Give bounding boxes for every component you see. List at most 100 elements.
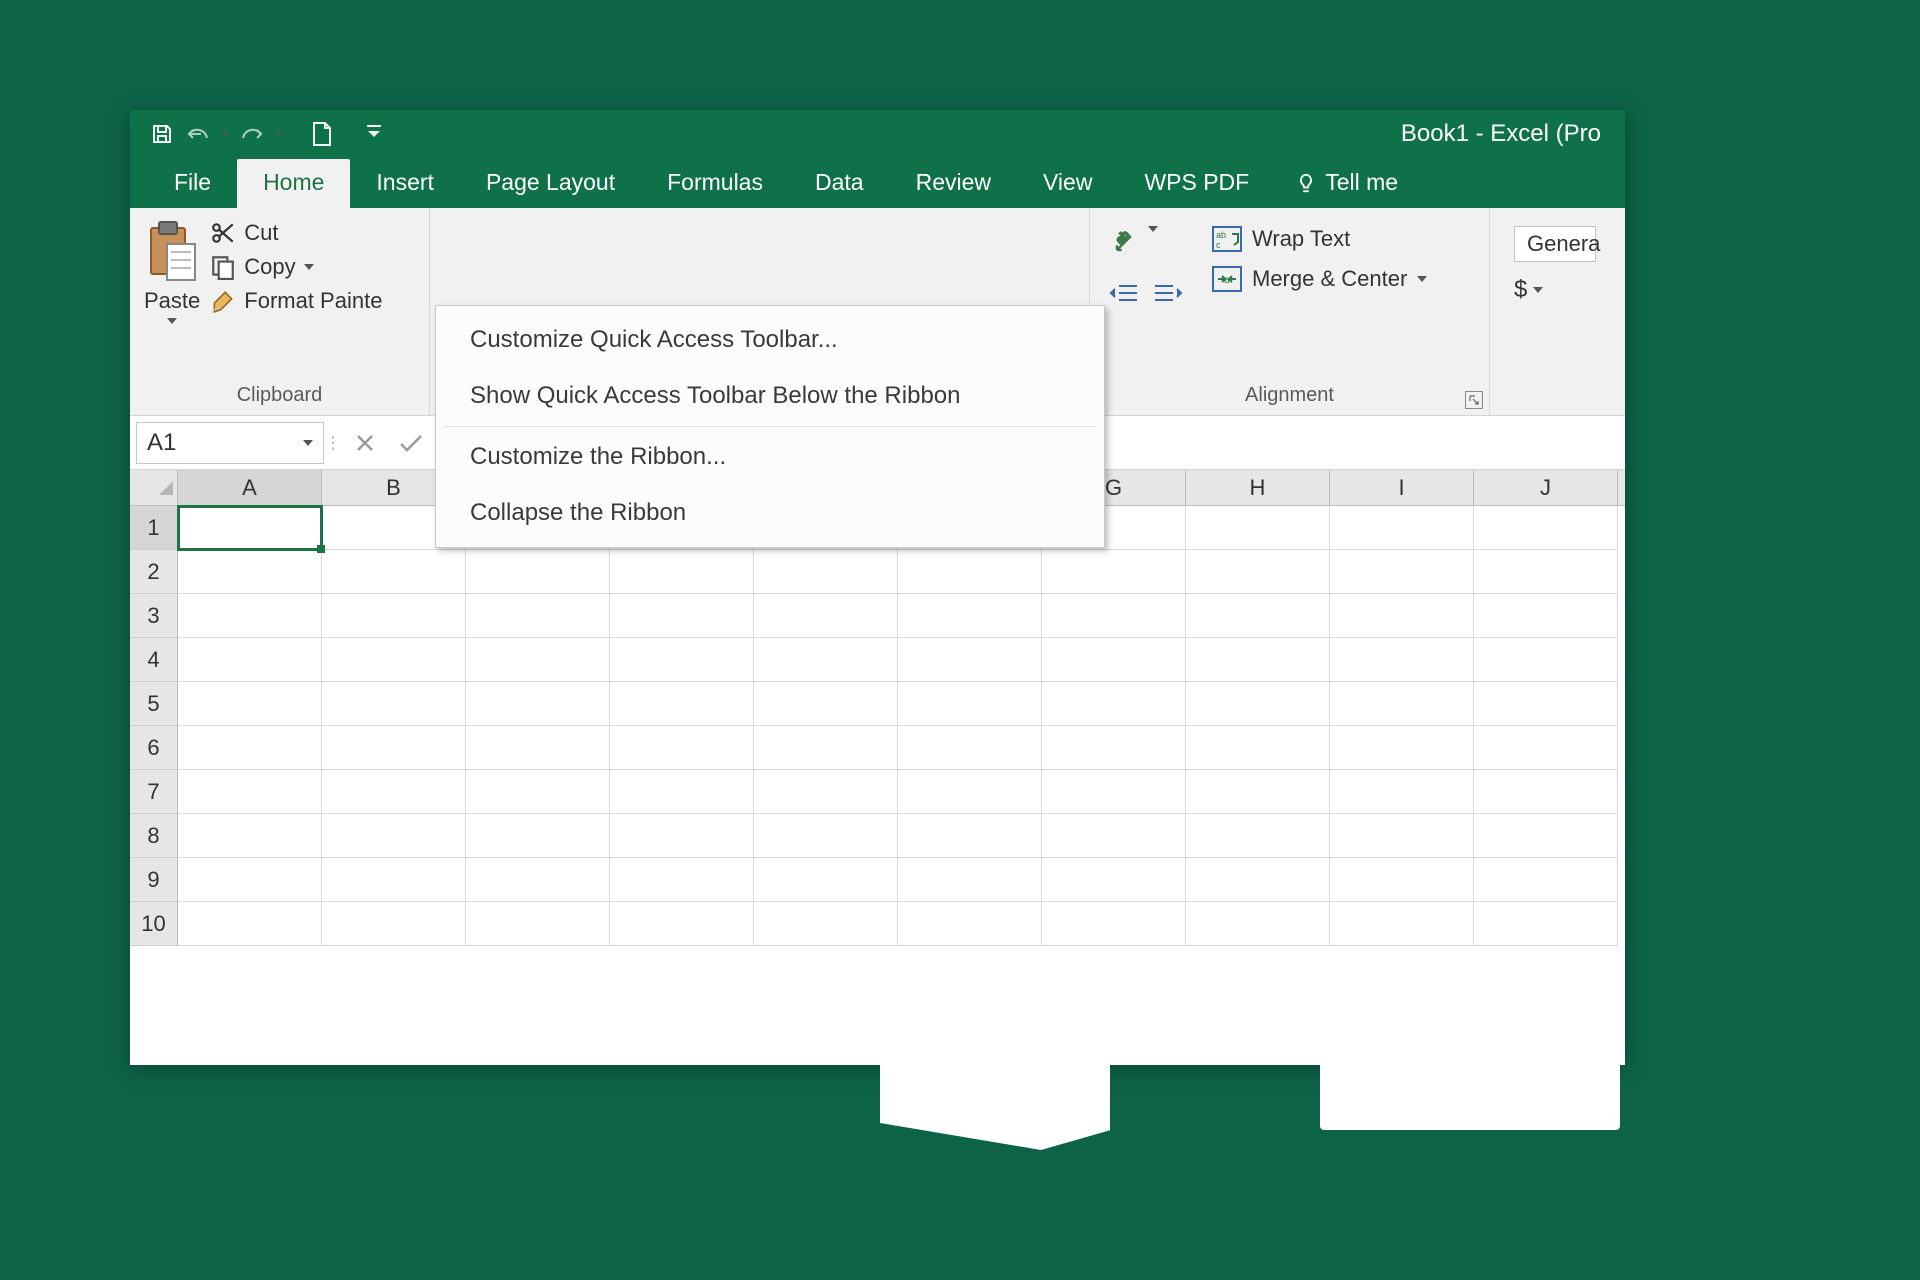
cell-I7[interactable] xyxy=(1330,770,1474,814)
cell-D2[interactable] xyxy=(610,550,754,594)
cell-D8[interactable] xyxy=(610,814,754,858)
cell-H3[interactable] xyxy=(1186,594,1330,638)
cell-G9[interactable] xyxy=(1042,858,1186,902)
cell-J4[interactable] xyxy=(1474,638,1618,682)
copy-button[interactable]: Copy xyxy=(210,254,382,280)
redo-icon[interactable] xyxy=(238,120,266,148)
tab-file[interactable]: File xyxy=(148,159,237,208)
cell-I4[interactable] xyxy=(1330,638,1474,682)
cell-B5[interactable] xyxy=(322,682,466,726)
cell-I9[interactable] xyxy=(1330,858,1474,902)
col-header-J[interactable]: J xyxy=(1474,470,1618,505)
row-header-5[interactable]: 5 xyxy=(130,682,178,726)
cell-E2[interactable] xyxy=(754,550,898,594)
cell-B4[interactable] xyxy=(322,638,466,682)
orientation-dropdown-icon[interactable] xyxy=(1148,226,1158,232)
number-format-dropdown[interactable]: Genera xyxy=(1514,226,1596,262)
cell-C8[interactable] xyxy=(466,814,610,858)
cell-B6[interactable] xyxy=(322,726,466,770)
cell-F8[interactable] xyxy=(898,814,1042,858)
cell-I1[interactable] xyxy=(1330,506,1474,550)
menu-customize-qat[interactable]: Customize Quick Access Toolbar... xyxy=(436,312,1104,368)
cell-F10[interactable] xyxy=(898,902,1042,946)
cell-J6[interactable] xyxy=(1474,726,1618,770)
enter-formula-button[interactable] xyxy=(388,422,434,464)
accounting-dropdown-icon[interactable] xyxy=(1533,287,1543,293)
paste-dropdown-icon[interactable] xyxy=(167,318,177,324)
cell-E10[interactable] xyxy=(754,902,898,946)
cell-G2[interactable] xyxy=(1042,550,1186,594)
cell-I2[interactable] xyxy=(1330,550,1474,594)
redo-dropdown-icon[interactable] xyxy=(274,131,284,137)
cell-C3[interactable] xyxy=(466,594,610,638)
cell-D9[interactable] xyxy=(610,858,754,902)
row-header-1[interactable]: 1 xyxy=(130,506,178,550)
cell-J7[interactable] xyxy=(1474,770,1618,814)
cell-B2[interactable] xyxy=(322,550,466,594)
tab-data[interactable]: Data xyxy=(789,159,890,208)
row-header-4[interactable]: 4 xyxy=(130,638,178,682)
cell-B8[interactable] xyxy=(322,814,466,858)
cell-H2[interactable] xyxy=(1186,550,1330,594)
cut-button[interactable]: Cut xyxy=(210,220,382,246)
cell-J10[interactable] xyxy=(1474,902,1618,946)
cell-H8[interactable] xyxy=(1186,814,1330,858)
cell-C7[interactable] xyxy=(466,770,610,814)
col-header-A[interactable]: A xyxy=(178,470,322,505)
tab-review[interactable]: Review xyxy=(890,159,1017,208)
cell-C5[interactable] xyxy=(466,682,610,726)
cell-E4[interactable] xyxy=(754,638,898,682)
cell-A2[interactable] xyxy=(178,550,322,594)
cell-A4[interactable] xyxy=(178,638,322,682)
cell-I3[interactable] xyxy=(1330,594,1474,638)
row-header-2[interactable]: 2 xyxy=(130,550,178,594)
cell-G10[interactable] xyxy=(1042,902,1186,946)
cell-H4[interactable] xyxy=(1186,638,1330,682)
cell-B7[interactable] xyxy=(322,770,466,814)
cell-A8[interactable] xyxy=(178,814,322,858)
cell-C9[interactable] xyxy=(466,858,610,902)
customize-qat-icon[interactable] xyxy=(360,120,388,148)
cell-D7[interactable] xyxy=(610,770,754,814)
cancel-formula-button[interactable] xyxy=(342,422,388,464)
cell-G4[interactable] xyxy=(1042,638,1186,682)
undo-dropdown-icon[interactable] xyxy=(220,131,230,137)
cell-D4[interactable] xyxy=(610,638,754,682)
cell-C2[interactable] xyxy=(466,550,610,594)
cell-A10[interactable] xyxy=(178,902,322,946)
cell-C6[interactable] xyxy=(466,726,610,770)
cell-B10[interactable] xyxy=(322,902,466,946)
cell-J8[interactable] xyxy=(1474,814,1618,858)
cell-H6[interactable] xyxy=(1186,726,1330,770)
cell-J3[interactable] xyxy=(1474,594,1618,638)
cell-E5[interactable] xyxy=(754,682,898,726)
tab-formulas[interactable]: Formulas xyxy=(641,159,789,208)
cell-F3[interactable] xyxy=(898,594,1042,638)
col-header-I[interactable]: I xyxy=(1330,470,1474,505)
cell-H9[interactable] xyxy=(1186,858,1330,902)
cell-J9[interactable] xyxy=(1474,858,1618,902)
cell-B9[interactable] xyxy=(322,858,466,902)
orientation-button[interactable]: ab xyxy=(1104,226,1144,260)
cell-C10[interactable] xyxy=(466,902,610,946)
cell-F9[interactable] xyxy=(898,858,1042,902)
cell-G7[interactable] xyxy=(1042,770,1186,814)
cell-G6[interactable] xyxy=(1042,726,1186,770)
cell-H5[interactable] xyxy=(1186,682,1330,726)
cell-J5[interactable] xyxy=(1474,682,1618,726)
cell-E6[interactable] xyxy=(754,726,898,770)
tab-view[interactable]: View xyxy=(1017,159,1118,208)
cell-E7[interactable] xyxy=(754,770,898,814)
cell-J1[interactable] xyxy=(1474,506,1618,550)
cell-H1[interactable] xyxy=(1186,506,1330,550)
format-painter-button[interactable]: Format Painte xyxy=(210,288,382,314)
paste-button[interactable]: Paste xyxy=(144,220,200,324)
copy-dropdown-icon[interactable] xyxy=(304,264,314,270)
cell-E3[interactable] xyxy=(754,594,898,638)
merge-dropdown-icon[interactable] xyxy=(1417,276,1427,282)
name-box-dropdown-icon[interactable] xyxy=(303,440,313,446)
cell-D10[interactable] xyxy=(610,902,754,946)
cell-I10[interactable] xyxy=(1330,902,1474,946)
cell-G5[interactable] xyxy=(1042,682,1186,726)
row-header-3[interactable]: 3 xyxy=(130,594,178,638)
